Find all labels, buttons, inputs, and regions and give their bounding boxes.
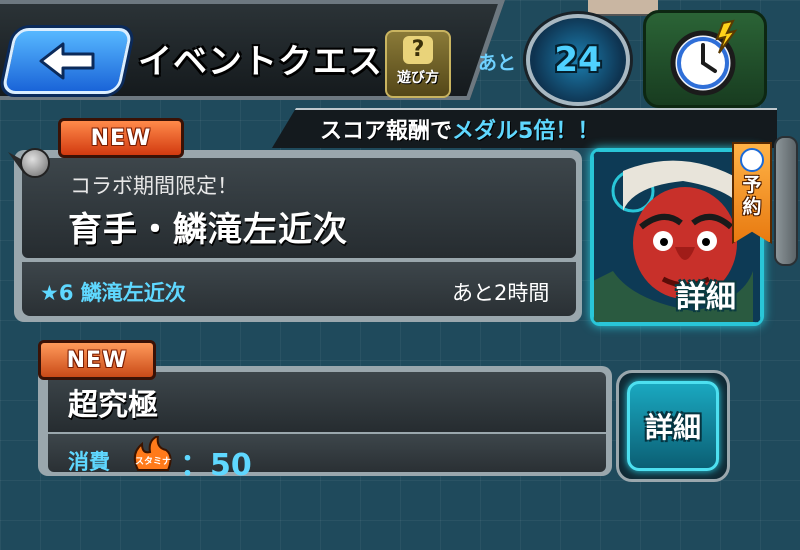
scrollbar-thumb[interactable] [774, 136, 798, 266]
quest-title: 超究極 [68, 388, 158, 423]
help-label: 遊び方 [397, 70, 439, 86]
detail-button-label: 詳細 [627, 381, 719, 471]
help-button[interactable]: ? 遊び方 [385, 30, 451, 98]
detail-button[interactable]: 詳細 [616, 370, 730, 482]
alarm-clock-button[interactable] [643, 10, 767, 108]
reward-banner-prefix: スコア報酬で [320, 119, 453, 144]
quest-title: 育手・鱗滝左近次 [68, 210, 348, 250]
alarm-clock-icon [670, 19, 738, 96]
pin-icon [20, 148, 50, 178]
quest-character: ★6 鱗滝左近次 [40, 281, 186, 305]
quest-time-left: あと2時間 [452, 281, 550, 305]
back-button[interactable] [0, 28, 134, 94]
reserve-label: 予約 [742, 174, 762, 218]
remaining-label: あと [478, 52, 517, 74]
quest-subtitle: コラボ期間限定！ [70, 174, 238, 198]
arrow-left-icon [39, 42, 95, 80]
timer-display: 24 [526, 14, 630, 106]
reserve-tag[interactable]: 予約 [732, 142, 772, 244]
detail-button-label[interactable]: 詳細 [676, 272, 736, 316]
cost-label: 消費 [68, 450, 110, 474]
new-badge: NEW [38, 340, 156, 380]
timer-value: 24 [554, 40, 602, 80]
stamina-icon: スタミナ [130, 434, 176, 472]
page-title: イベントクエスト [138, 42, 418, 82]
cost-value: ：50 [180, 448, 252, 483]
clock-icon [740, 148, 764, 172]
question-icon: ? [403, 36, 433, 64]
reward-banner-highlight: メダル5倍！！ [452, 119, 600, 144]
new-badge: NEW [58, 118, 184, 158]
reward-banner-text: スコア報酬でメダル5倍！！ [320, 113, 599, 145]
stamina-text: スタミナ [135, 455, 171, 467]
